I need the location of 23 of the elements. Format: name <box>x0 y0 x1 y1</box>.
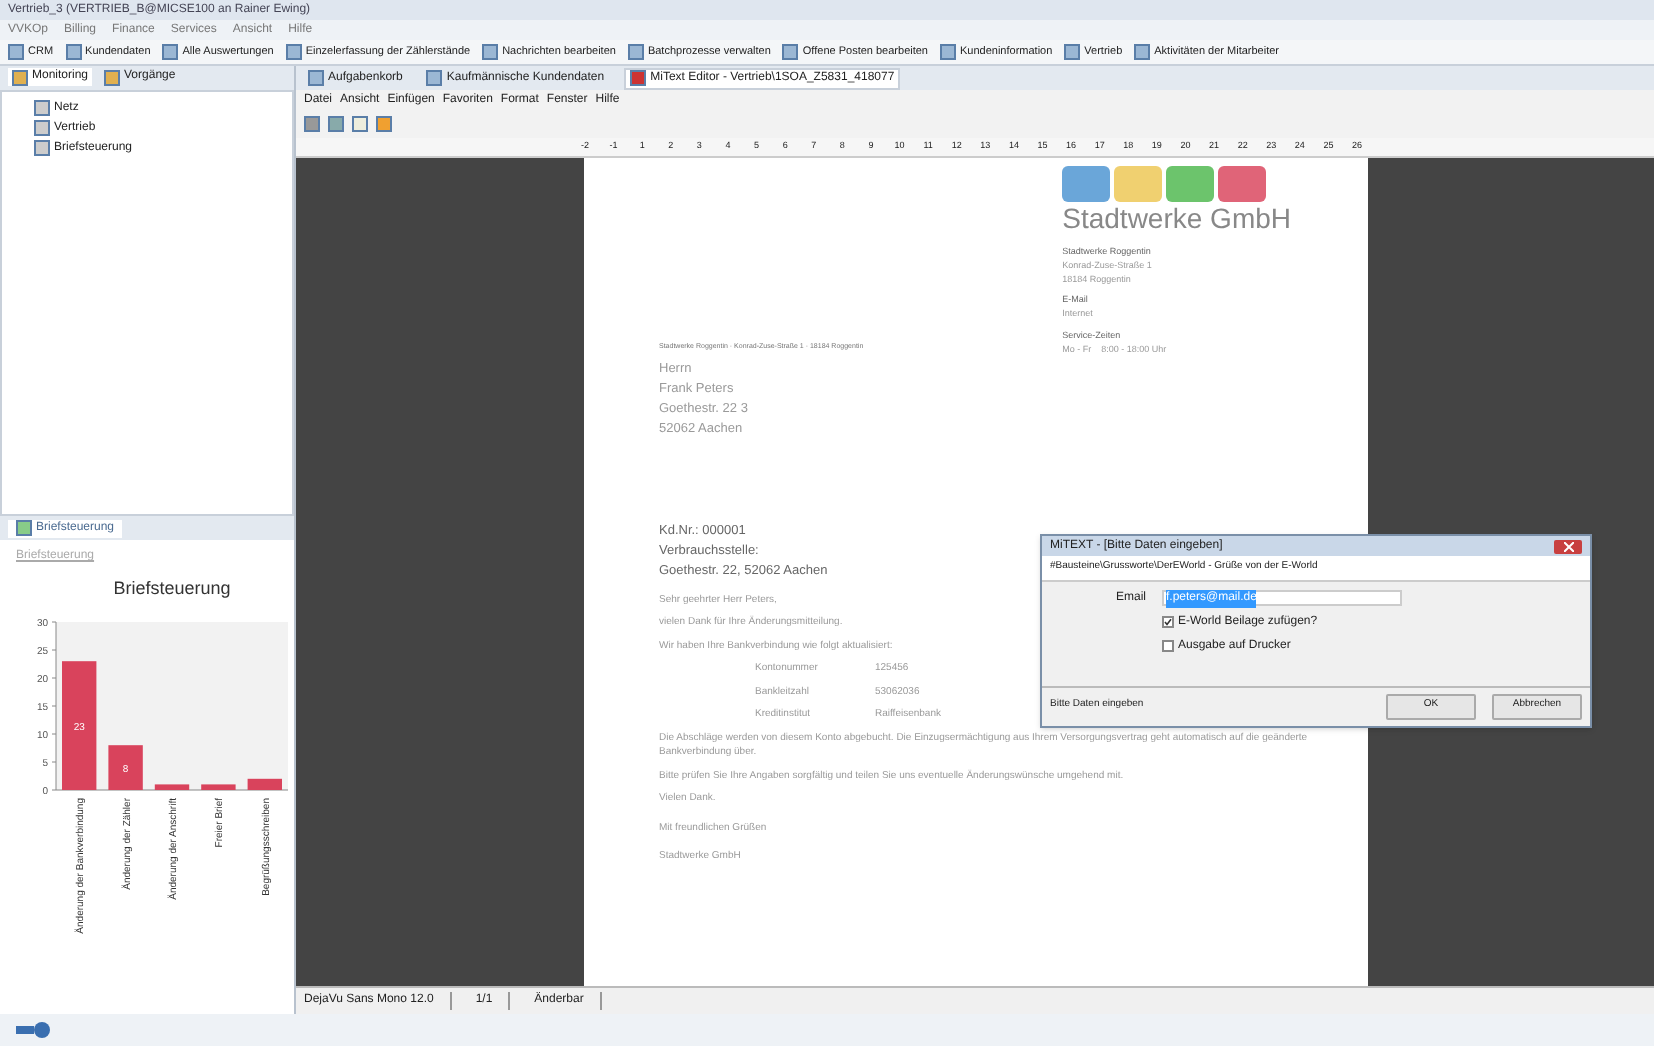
close-icon <box>1563 541 1573 551</box>
close-button[interactable] <box>1554 539 1582 553</box>
chart-bar <box>154 784 190 791</box>
document-icon <box>16 520 32 537</box>
chart-bar <box>62 661 97 791</box>
document-icon <box>426 70 443 86</box>
tiles-logo-icon <box>1062 166 1271 202</box>
chart-bar <box>108 745 143 791</box>
document-icon <box>1064 44 1081 60</box>
checkbox[interactable] <box>1162 616 1174 628</box>
checkbox[interactable] <box>1162 640 1174 652</box>
document-icon <box>162 44 179 60</box>
logo-icon <box>16 1020 52 1040</box>
company-name: Stadtwerke GmbH <box>1062 202 1291 234</box>
document-icon <box>65 44 82 60</box>
document-icon <box>782 44 799 60</box>
document-icon <box>104 69 121 86</box>
checkmark-icon <box>1164 618 1172 626</box>
document-icon <box>940 44 956 60</box>
document-icon <box>482 44 499 60</box>
chart-bar <box>201 784 236 791</box>
document-icon <box>1134 44 1151 60</box>
chart-title: Briefsteuerung <box>113 578 231 599</box>
